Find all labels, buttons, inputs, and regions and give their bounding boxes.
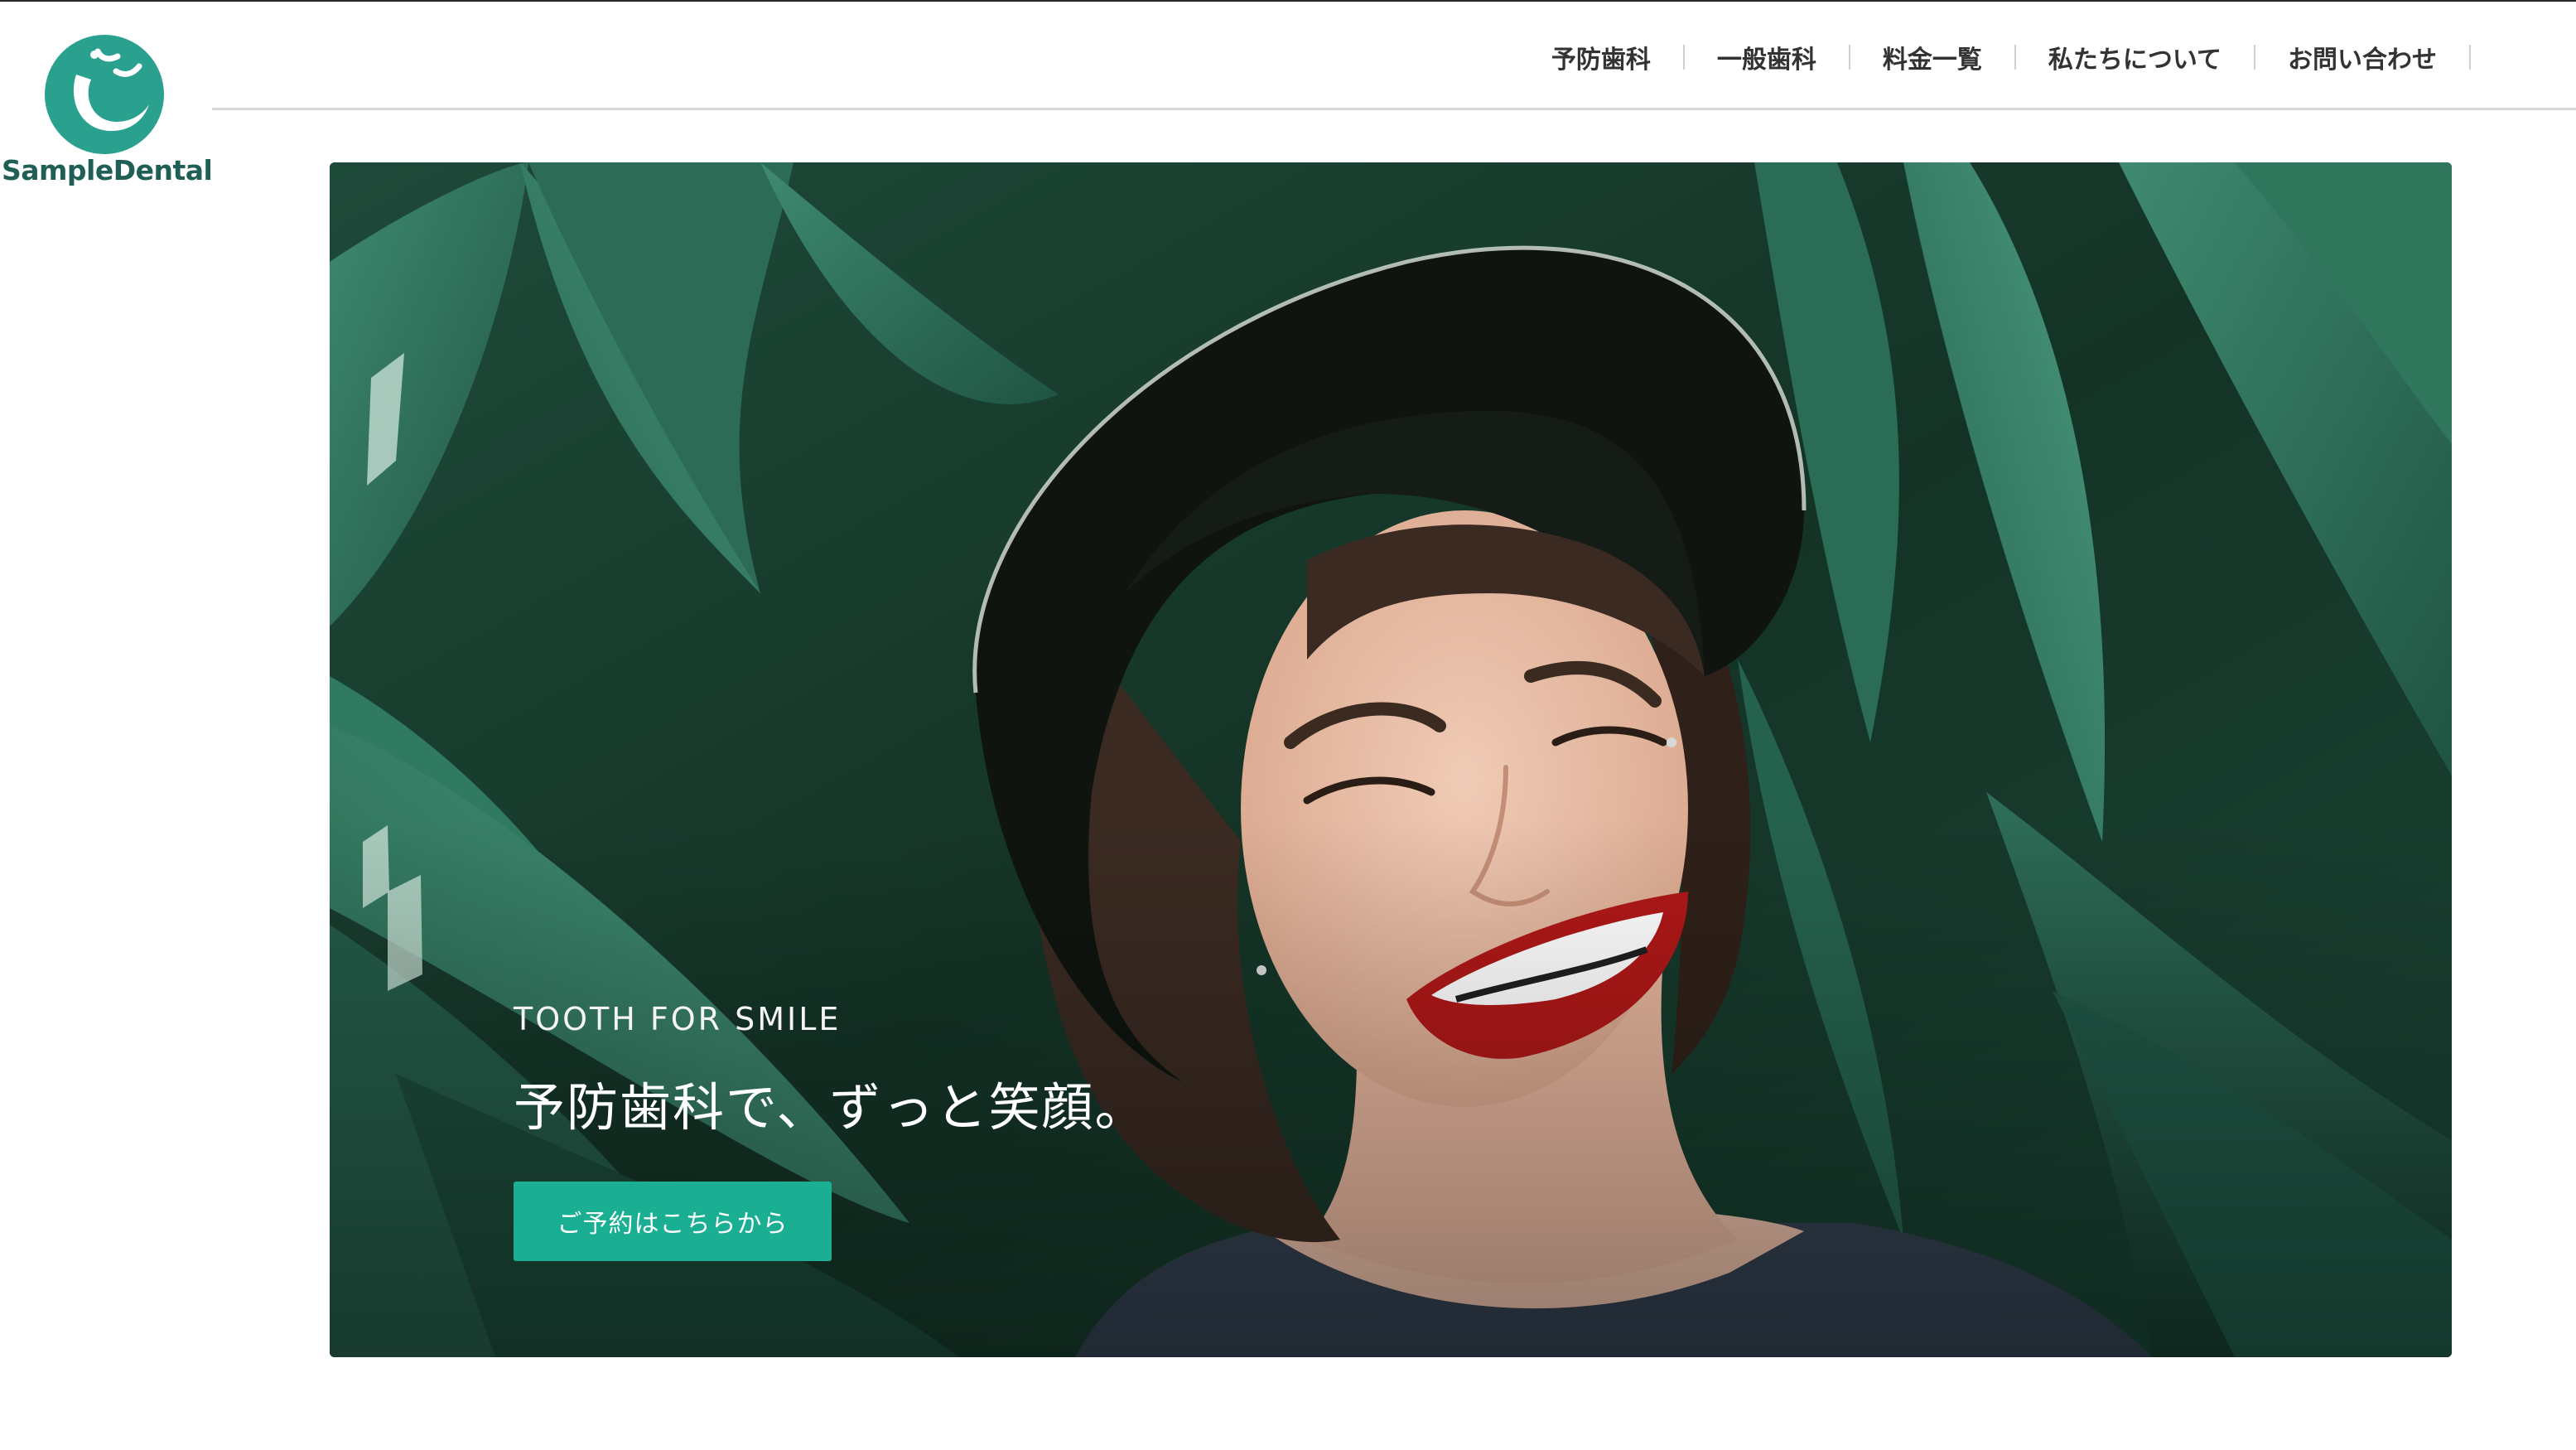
main-nav: 予防歯科 一般歯科 料金一覧 私たちについて お問い合わせ	[1551, 36, 2503, 78]
nav-item-about[interactable]: 私たちについて	[2048, 39, 2221, 75]
nav-item-general[interactable]: 一般歯科	[1717, 39, 1816, 75]
tooth-smile-logo-icon	[45, 35, 164, 154]
reservation-button[interactable]: ご予約はこちらから	[514, 1182, 832, 1261]
nav-item-pricing[interactable]: 料金一覧	[1883, 39, 1982, 75]
nav-item-contact[interactable]: お問い合わせ	[2288, 39, 2437, 75]
nav-item-preventive[interactable]: 予防歯科	[1551, 39, 1651, 75]
page: SampleDental 予防歯科 一般歯科 料金一覧 私たちについて お問い合…	[0, 0, 2576, 1450]
hero-subtitle: TOOTH FOR SMILE	[514, 1001, 842, 1037]
nav-divider	[2014, 45, 2016, 70]
header-divider	[212, 108, 2576, 110]
hero-title: 予防歯科で、ずっと笑顔。	[514, 1077, 1148, 1138]
hero-photo	[330, 162, 2452, 1357]
nav-divider	[1682, 45, 1685, 70]
nav-divider	[1848, 45, 1850, 70]
hero-banner: TOOTH FOR SMILE 予防歯科で、ずっと笑顔。 ご予約はこちらから	[330, 162, 2452, 1357]
nav-divider	[2254, 45, 2255, 70]
site-logo[interactable]: SampleDental	[0, 33, 213, 191]
nav-divider	[2469, 45, 2471, 70]
logo-wordmark: SampleDental	[2, 154, 213, 186]
